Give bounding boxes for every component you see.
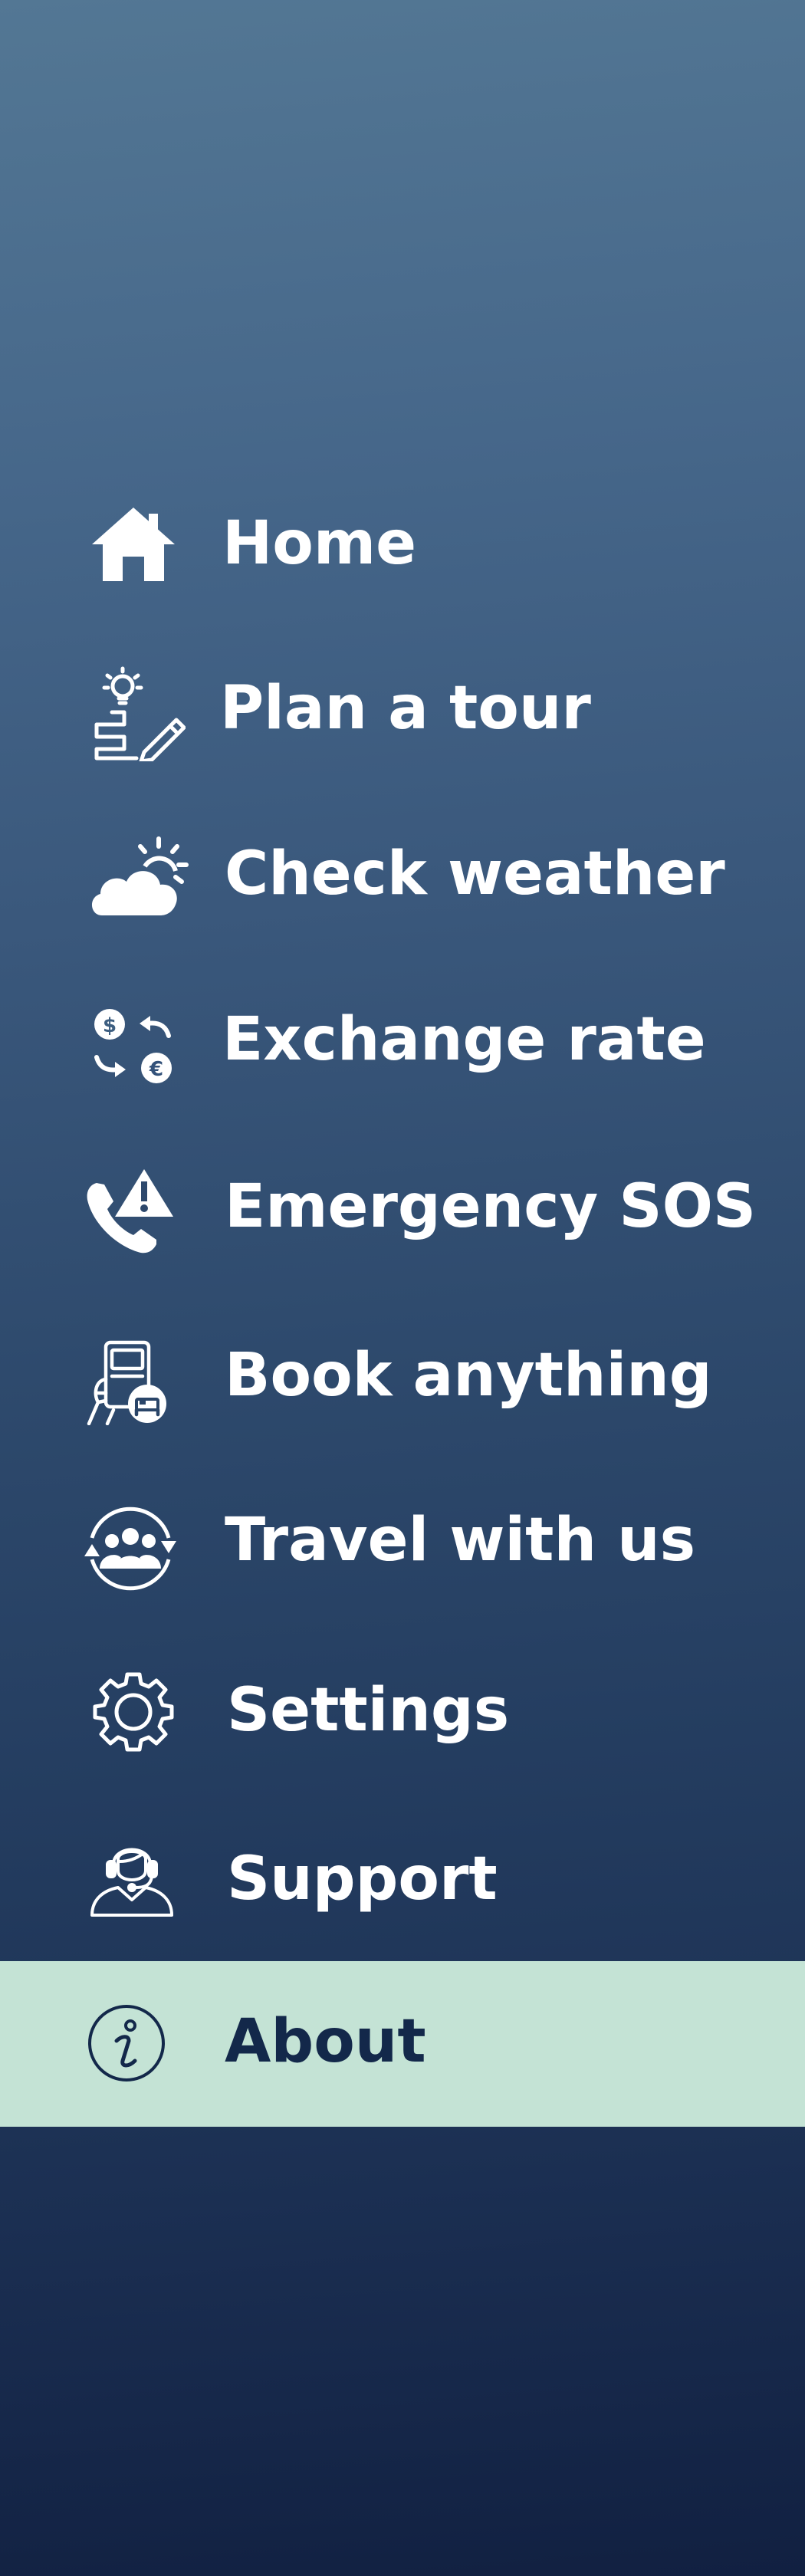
menu-item-home[interactable]: Home: [0, 491, 805, 606]
plan-tour-icon: [90, 666, 186, 761]
emergency-sos-icon: [83, 1168, 175, 1257]
menu-item-support[interactable]: Support: [0, 1825, 805, 1940]
menu-item-label: Support: [227, 1845, 498, 1914]
main-menu: Home Plan a tour Check weather $ € Excha…: [0, 0, 805, 2576]
support-headset-icon: [89, 1838, 175, 1918]
booking-icon: [84, 1339, 172, 1425]
menu-item-emergency-sos[interactable]: Emergency SOS: [0, 1154, 805, 1269]
group-travel-icon: [81, 1501, 179, 1596]
svg-text:$: $: [103, 1014, 117, 1037]
menu-item-label: Travel with us: [225, 1506, 696, 1575]
menu-item-label: About: [225, 2007, 426, 2076]
menu-item-check-weather[interactable]: Check weather: [0, 820, 805, 935]
menu-item-label: Book anything: [225, 1341, 712, 1410]
info-icon: [87, 2004, 166, 2082]
menu-item-plan-a-tour[interactable]: Plan a tour: [0, 656, 805, 770]
home-icon: [90, 506, 176, 583]
menu-item-about[interactable]: About: [0, 1961, 805, 2127]
weather-icon: [87, 836, 189, 918]
menu-item-exchange-rate[interactable]: $ € Exchange rate: [0, 985, 805, 1100]
menu-item-label: Check weather: [225, 840, 725, 909]
menu-item-label: Home: [222, 509, 417, 578]
menu-item-label: Emergency SOS: [225, 1172, 757, 1241]
menu-item-label: Exchange rate: [222, 1005, 706, 1074]
gear-icon: [92, 1670, 175, 1753]
menu-item-book-anything[interactable]: Book anything: [0, 1322, 805, 1438]
exchange-rate-icon: $ €: [89, 1004, 176, 1088]
menu-item-label: Settings: [227, 1676, 510, 1745]
menu-item-travel-with-us[interactable]: Travel with us: [0, 1487, 805, 1602]
svg-text:€: €: [149, 1058, 163, 1081]
menu-item-label: Plan a tour: [220, 674, 591, 743]
menu-item-settings[interactable]: Settings: [0, 1656, 805, 1771]
